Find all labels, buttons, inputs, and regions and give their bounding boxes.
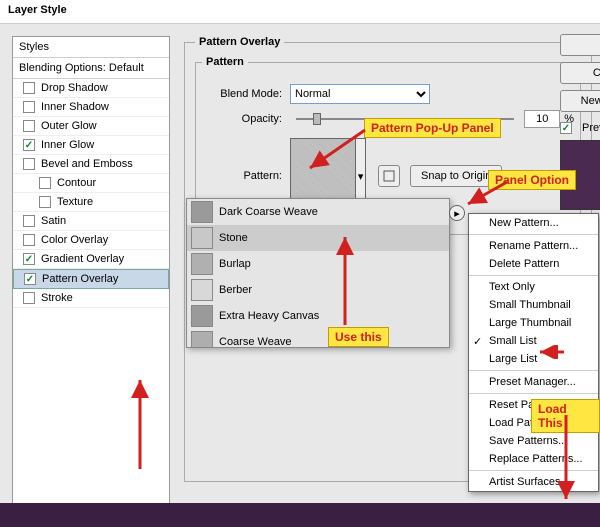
pattern-group-label: Pattern: [202, 56, 248, 68]
menu-item-replace-patterns[interactable]: Replace Patterns...: [469, 450, 598, 468]
styles-header[interactable]: Styles: [13, 37, 169, 58]
pattern-thumbnail: [191, 305, 213, 327]
checkbox[interactable]: [23, 292, 35, 304]
menu-item-text-only[interactable]: Text Only: [469, 278, 598, 296]
opacity-value[interactable]: 10: [524, 110, 560, 128]
menu-item-large-list[interactable]: Large List: [469, 350, 598, 368]
pattern-item-label: Dark Coarse Weave: [219, 206, 318, 218]
sidebar-item-pattern-overlay[interactable]: Pattern Overlay: [13, 269, 169, 289]
checkbox[interactable]: [23, 215, 35, 227]
sidebar-item-contour[interactable]: Contour: [13, 174, 169, 193]
preview-thumbnail: [560, 140, 600, 210]
sidebar-item-label: Inner Shadow: [41, 101, 109, 113]
sidebar-item-inner-shadow[interactable]: Inner Shadow: [13, 98, 169, 117]
sidebar-item-drop-shadow[interactable]: Drop Shadow: [13, 79, 169, 98]
menu-item-small-thumbnail[interactable]: Small Thumbnail: [469, 296, 598, 314]
sidebar-item-label: Color Overlay: [41, 234, 108, 246]
menu-item-rename-pattern[interactable]: Rename Pattern...: [469, 237, 598, 255]
ok-button[interactable]: OK: [560, 34, 600, 56]
sidebar-item-label: Bevel and Emboss: [41, 158, 133, 170]
pattern-thumbnail: [191, 227, 213, 249]
sidebar-item-outer-glow[interactable]: Outer Glow: [13, 117, 169, 136]
menu-item-delete-pattern[interactable]: Delete Pattern: [469, 255, 598, 273]
checkbox[interactable]: [23, 82, 35, 94]
menu-item-reset-patterns[interactable]: Reset Patterns...: [469, 396, 598, 414]
menu-item-artist-surfaces[interactable]: Artist Surfaces: [469, 473, 598, 491]
pattern-list-item[interactable]: Dark Coarse Weave: [187, 199, 449, 225]
menu-separator: [469, 275, 598, 276]
pattern-list-item[interactable]: Burlap: [187, 251, 449, 277]
menu-item-new-pattern[interactable]: New Pattern...: [469, 214, 598, 232]
sidebar-item-label: Satin: [41, 215, 66, 227]
pattern-list-item[interactable]: Extra Heavy Canvas: [187, 303, 449, 329]
checkbox[interactable]: [23, 253, 35, 265]
pattern-thumbnail: [191, 253, 213, 275]
sidebar-item-label: Pattern Overlay: [42, 273, 118, 285]
menu-item-large-thumbnail[interactable]: Large Thumbnail: [469, 314, 598, 332]
menu-item-load-patterns[interactable]: Load Patterns...: [469, 414, 598, 432]
panel-title: Pattern Overlay: [195, 36, 284, 48]
checkbox[interactable]: [39, 177, 51, 189]
checkbox[interactable]: [23, 101, 35, 113]
menu-separator: [469, 370, 598, 371]
pattern-list-item[interactable]: Stone: [187, 225, 449, 251]
sidebar-item-label: Outer Glow: [41, 120, 97, 132]
menu-item-preset-manager[interactable]: Preset Manager...: [469, 373, 598, 391]
preview-checkbox[interactable]: [560, 122, 572, 134]
pattern-item-label: Coarse Weave: [219, 336, 292, 348]
panel-options-menu: New Pattern... Rename Pattern...Delete Pa…: [468, 213, 599, 492]
pattern-thumbnail: [191, 331, 213, 348]
blend-mode-select[interactable]: Normal: [290, 84, 430, 104]
styles-sidebar: Styles Blending Options: Default Drop Sh…: [12, 36, 170, 504]
opacity-slider[interactable]: [296, 118, 514, 120]
pattern-thumbnail: [191, 279, 213, 301]
checkbox[interactable]: [23, 120, 35, 132]
blend-options-header[interactable]: Blending Options: Default: [13, 58, 169, 79]
sidebar-item-bevel-and-emboss[interactable]: Bevel and Emboss: [13, 155, 169, 174]
sidebar-item-label: Stroke: [41, 292, 73, 304]
sidebar-item-gradient-overlay[interactable]: Gradient Overlay: [13, 250, 169, 269]
checkbox[interactable]: [23, 158, 35, 170]
menu-separator: [469, 393, 598, 394]
sidebar-item-label: Drop Shadow: [41, 82, 108, 94]
sidebar-item-stroke[interactable]: Stroke: [13, 289, 169, 308]
new-style-button[interactable]: New Style...: [560, 90, 600, 112]
pattern-list-item[interactable]: Berber: [187, 277, 449, 303]
blend-mode-label: Blend Mode:: [202, 88, 282, 100]
sidebar-item-color-overlay[interactable]: Color Overlay: [13, 231, 169, 250]
pattern-item-label: Extra Heavy Canvas: [219, 310, 319, 322]
sidebar-item-label: Texture: [57, 196, 93, 208]
menu-separator: [469, 470, 598, 471]
sidebar-item-satin[interactable]: Satin: [13, 212, 169, 231]
new-preset-icon[interactable]: [378, 165, 400, 187]
checkbox[interactable]: [23, 234, 35, 246]
decorative-strip: [0, 503, 600, 527]
sidebar-item-label: Gradient Overlay: [41, 253, 124, 265]
pattern-label: Pattern:: [202, 170, 282, 182]
menu-item-save-patterns[interactable]: Save Patterns...: [469, 432, 598, 450]
preview-label: Preview: [582, 122, 600, 134]
checkbox[interactable]: [24, 273, 36, 285]
pattern-item-label: Berber: [219, 284, 252, 296]
cancel-button[interactable]: Cancel: [560, 62, 600, 84]
dialog-title: Layer Style: [0, 0, 600, 24]
sidebar-item-texture[interactable]: Texture: [13, 193, 169, 212]
panel-options-icon[interactable]: ▸: [449, 205, 465, 221]
menu-item-small-list[interactable]: Small List: [469, 332, 598, 350]
pattern-item-label: Stone: [219, 232, 248, 244]
snap-to-origin-button[interactable]: Snap to Origin: [410, 165, 502, 187]
pattern-item-label: Burlap: [219, 258, 251, 270]
sidebar-item-inner-glow[interactable]: Inner Glow: [13, 136, 169, 155]
pattern-list-item[interactable]: Coarse Weave: [187, 329, 449, 348]
checkbox[interactable]: [23, 139, 35, 151]
opacity-handle[interactable]: [313, 113, 321, 125]
sidebar-item-label: Contour: [57, 177, 96, 189]
opacity-label: Opacity:: [202, 113, 282, 125]
menu-separator: [469, 234, 598, 235]
pattern-thumbnail: [191, 201, 213, 223]
checkbox[interactable]: [39, 196, 51, 208]
sidebar-item-label: Inner Glow: [41, 139, 94, 151]
pattern-popup-panel[interactable]: Dark Coarse Weave Stone Burlap Berber Extra …: [186, 198, 450, 348]
